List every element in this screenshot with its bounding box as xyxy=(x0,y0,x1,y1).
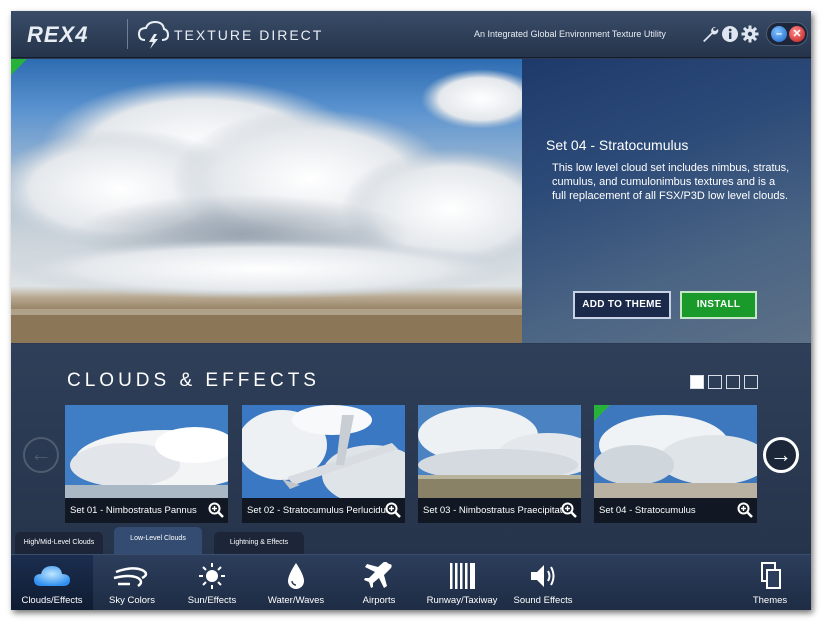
themes-icon xyxy=(761,562,781,589)
hero-preview-image xyxy=(11,59,522,343)
page-dot-2[interactable] xyxy=(708,375,722,389)
nav-label: Water/Waves xyxy=(267,595,325,606)
card-label: Set 04 - Stratocumulus xyxy=(599,505,696,516)
card-thumbnail xyxy=(242,405,405,498)
wind-icon xyxy=(113,567,148,588)
product-title: TEXTURE DIRECT xyxy=(174,27,324,43)
close-icon: ✕ xyxy=(792,28,802,40)
arrow-right-icon: → xyxy=(770,442,792,467)
selected-corner-marker xyxy=(594,405,610,421)
card-label: Set 01 - Nimbostratus Pannus xyxy=(70,505,197,516)
info-icon[interactable] xyxy=(721,25,739,43)
hero-description: This low level cloud set includes nimbus… xyxy=(552,162,790,202)
logo-divider xyxy=(127,19,128,49)
zoom-icon[interactable] xyxy=(737,502,753,518)
nav-sound-effects[interactable]: Sound Effects xyxy=(509,555,577,610)
card-thumbnail xyxy=(594,405,757,498)
header-bar: REX4 TEXTURE DIRECT An Integrated Global… xyxy=(11,11,811,58)
rex-logo: REX4 xyxy=(27,22,89,47)
card-thumbnail xyxy=(65,405,228,498)
install-button[interactable]: INSTALL xyxy=(680,291,757,319)
card-label: Set 03 - Nimbostratus Praecipitatio xyxy=(423,505,563,516)
arrow-left-icon: ← xyxy=(30,441,52,466)
page-dot-4[interactable] xyxy=(744,375,758,389)
gear-icon[interactable] xyxy=(741,25,759,43)
close-button[interactable]: ✕ xyxy=(789,26,805,42)
nav-runway-taxiway[interactable]: Runway/Taxiway xyxy=(420,555,504,610)
card-label: Set 02 - Stratocumulus Perlucidus xyxy=(247,505,387,516)
texture-card-set01[interactable]: Set 01 - Nimbostratus Pannus xyxy=(65,405,228,523)
runway-icon xyxy=(450,563,475,589)
hero-title: Set 04 - Stratocumulus xyxy=(546,137,689,153)
wrench-icon[interactable] xyxy=(701,25,719,43)
nav-clouds-effects[interactable]: Clouds/Effects xyxy=(11,555,93,610)
nav-themes[interactable]: Themes xyxy=(739,555,801,610)
subtab-low-level-clouds[interactable]: Low-Level Clouds xyxy=(114,527,202,554)
water-drop-icon xyxy=(288,563,304,589)
nav-label: Themes xyxy=(752,595,788,606)
nav-label: Sun/Effects xyxy=(187,595,237,606)
subtab-high-mid-level-clouds[interactable]: High/Mid-Level Clouds xyxy=(15,532,103,554)
nav-label: Clouds/Effects xyxy=(21,595,83,606)
minimize-icon: – xyxy=(775,28,783,40)
sun-icon xyxy=(199,563,225,589)
nav-label: Sound Effects xyxy=(513,595,573,606)
add-to-theme-button[interactable]: ADD TO THEME xyxy=(573,291,671,319)
zoom-icon[interactable] xyxy=(561,502,577,518)
nav-sun-effects[interactable]: Sun/Effects xyxy=(171,555,253,610)
cloud-sky-image xyxy=(11,69,522,343)
previous-arrow-button[interactable]: ← xyxy=(23,437,59,473)
texture-card-set02[interactable]: Set 02 - Stratocumulus Perlucidus xyxy=(242,405,405,523)
nav-water-waves[interactable]: Water/Waves xyxy=(259,555,333,610)
zoom-icon[interactable] xyxy=(385,502,401,518)
nav-label: Runway/Taxiway xyxy=(426,595,498,606)
gallery-section: CLOUDS & EFFECTS ← Set 01 - Nimbostratus… xyxy=(11,344,811,554)
window-controls: – ✕ xyxy=(766,22,808,46)
nav-label: Airports xyxy=(362,595,396,606)
speaker-icon xyxy=(531,565,555,587)
page-dot-1[interactable] xyxy=(690,375,704,389)
cloud-icon xyxy=(34,566,70,586)
bottom-navigation: Clouds/Effects Sky Colors Sun/Effects Wa… xyxy=(11,554,811,610)
nav-sky-colors[interactable]: Sky Colors xyxy=(93,555,171,610)
airplane-icon xyxy=(364,562,392,588)
card-thumbnail xyxy=(418,405,581,498)
cloud-lightning-logo-icon xyxy=(137,20,169,49)
minimize-button[interactable]: – xyxy=(771,26,787,42)
category-subtabs: High/Mid-Level Clouds Low-Level Clouds L… xyxy=(11,527,811,554)
app-window: REX4 TEXTURE DIRECT An Integrated Global… xyxy=(11,11,811,610)
page-dot-3[interactable] xyxy=(726,375,740,389)
next-arrow-button[interactable]: → xyxy=(763,437,799,473)
nav-airports[interactable]: Airports xyxy=(341,555,417,610)
tagline: An Integrated Global Environment Texture… xyxy=(474,29,666,39)
nav-label: Sky Colors xyxy=(109,595,155,606)
hero-info-panel: Set 04 - Stratocumulus This low level cl… xyxy=(522,59,811,343)
texture-card-set04[interactable]: Set 04 - Stratocumulus xyxy=(594,405,757,523)
selected-corner-marker xyxy=(11,59,27,75)
section-title: CLOUDS & EFFECTS xyxy=(67,370,320,391)
texture-card-set03[interactable]: Set 03 - Nimbostratus Praecipitatio xyxy=(418,405,581,523)
zoom-icon[interactable] xyxy=(208,502,224,518)
subtab-lightning-effects[interactable]: Lightning & Effects xyxy=(214,532,304,554)
